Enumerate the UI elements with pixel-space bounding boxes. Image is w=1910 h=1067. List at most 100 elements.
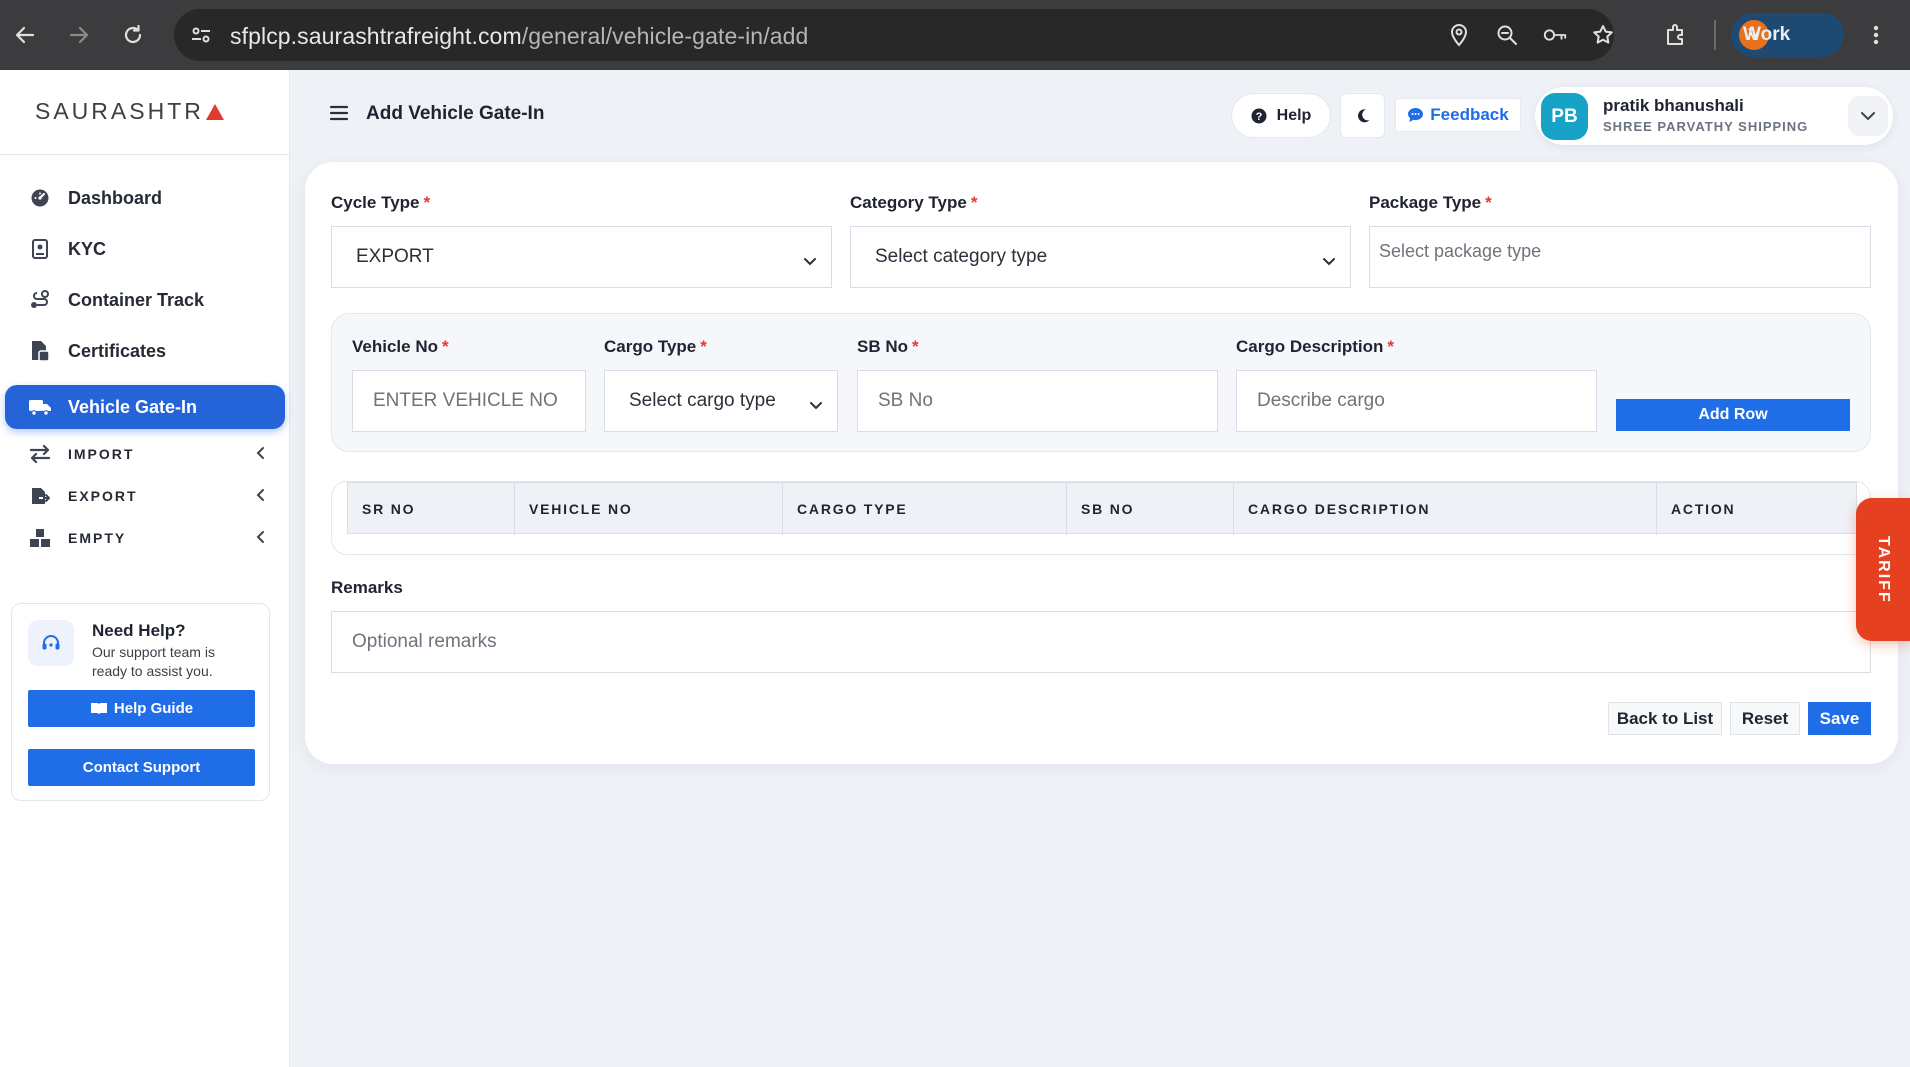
- dashboard-icon: [25, 188, 55, 208]
- logo-text: SAURASHTR: [35, 98, 204, 124]
- vehicle-no-label: Vehicle No *: [352, 337, 449, 357]
- brand-logo[interactable]: SAURASHTR: [35, 98, 224, 125]
- forward-icon[interactable]: [58, 14, 100, 56]
- browser-profile-button[interactable]: V Work: [1731, 13, 1844, 57]
- vehicle-no-input[interactable]: ENTER VEHICLE NO: [352, 370, 586, 432]
- site-settings-icon[interactable]: [188, 22, 214, 48]
- logo-triangle-icon: [205, 104, 224, 120]
- feedback-button[interactable]: Feedback: [1395, 98, 1521, 132]
- sb-no-label: SB No *: [857, 337, 919, 357]
- chevron-down-icon: [803, 251, 817, 273]
- chevron-down-icon: [1322, 251, 1336, 273]
- category-type-select[interactable]: Select category type: [850, 226, 1351, 288]
- dark-mode-toggle[interactable]: [1340, 93, 1385, 138]
- back-to-list-button[interactable]: Back to List: [1608, 702, 1722, 735]
- extensions-icon[interactable]: [1655, 14, 1697, 56]
- sidebar-item-import[interactable]: IMPORT: [5, 432, 285, 476]
- page-title: Add Vehicle Gate-In: [366, 103, 545, 124]
- back-icon[interactable]: [4, 14, 46, 56]
- tariff-tab[interactable]: TARIFF: [1856, 498, 1910, 641]
- add-row-button[interactable]: Add Row: [1616, 399, 1850, 431]
- export-icon: [25, 486, 55, 506]
- help-button[interactable]: ? Help: [1231, 93, 1331, 138]
- sidebar: SAURASHTR Dashboard KYC Container Track …: [0, 70, 290, 1067]
- category-type-label: Category Type *: [850, 193, 977, 213]
- sidebar-item-label: EMPTY: [68, 530, 127, 546]
- tariff-label: TARIFF: [1875, 535, 1892, 604]
- label-text: Cycle Type: [331, 193, 420, 212]
- sb-no-placeholder: SB No: [878, 390, 933, 411]
- toolbar-separator: [1714, 20, 1716, 50]
- cycle-type-label: Cycle Type *: [331, 193, 430, 213]
- cargo-description-input[interactable]: Describe cargo: [1236, 370, 1597, 432]
- sidebar-item-label: KYC: [68, 238, 107, 259]
- back-label: Back to List: [1616, 708, 1714, 728]
- column-header-sr-no: SR NO: [348, 483, 515, 535]
- chat-icon: [1407, 107, 1424, 123]
- category-type-placeholder: Select category type: [875, 246, 1048, 267]
- sidebar-item-label: IMPORT: [68, 446, 135, 462]
- browser-menu-icon[interactable]: [1855, 14, 1897, 56]
- boxes-icon: [25, 528, 55, 548]
- menu-toggle-icon[interactable]: [329, 104, 349, 127]
- contact-support-button[interactable]: Contact Support: [28, 749, 255, 786]
- column-header-vehicle-no: VEHICLE NO: [515, 483, 783, 535]
- help-label: Help: [1276, 106, 1312, 124]
- truck-icon: [25, 398, 55, 416]
- label-text: SB No: [857, 337, 908, 356]
- sb-no-input[interactable]: SB No: [857, 370, 1218, 432]
- remarks-input[interactable]: Optional remarks: [331, 611, 1871, 673]
- reset-button[interactable]: Reset: [1730, 702, 1800, 735]
- label-text: Category Type: [850, 193, 967, 212]
- column-header-cargo-type: CARGO TYPE: [783, 483, 1067, 535]
- url-host: sfplcp.saurashtrafreight.com: [230, 23, 522, 49]
- table-header: SR NO VEHICLE NO CARGO TYPE SB NO CARGO …: [347, 482, 1857, 535]
- sidebar-item-label: Certificates: [68, 340, 167, 361]
- user-menu[interactable]: PB pratik bhanushali SHREE PARVATHY SHIP…: [1535, 87, 1893, 145]
- sidebar-item-container-track[interactable]: Container Track: [5, 278, 285, 322]
- app-header: Add Vehicle Gate-In ? Help Feedback PB p…: [290, 70, 1910, 158]
- sidebar-item-label: Dashboard: [68, 187, 163, 208]
- cargo-type-select[interactable]: Select cargo type: [604, 370, 838, 432]
- column-header-action: ACTION: [1671, 501, 1736, 517]
- contact-support-label: Contact Support: [82, 759, 201, 776]
- sidebar-item-export[interactable]: EXPORT: [5, 474, 285, 518]
- help-guide-button[interactable]: Help Guide: [28, 690, 255, 727]
- file-icon: [25, 340, 55, 362]
- book-icon: [90, 702, 108, 716]
- url-text[interactable]: sfplcp.saurashtrafreight.com/general/veh…: [230, 23, 808, 50]
- location-icon[interactable]: [1446, 22, 1472, 48]
- required-mark: *: [441, 337, 449, 356]
- chevron-down-icon: [809, 395, 823, 417]
- chevron-left-icon: [255, 529, 265, 550]
- feedback-label: Feedback: [1430, 105, 1509, 124]
- sidebar-item-empty[interactable]: EMPTY: [5, 516, 285, 560]
- label-text: Vehicle No: [352, 337, 438, 356]
- profile-label: Work: [1743, 24, 1791, 45]
- sidebar-item-certificates[interactable]: Certificates: [5, 329, 285, 373]
- save-button[interactable]: Save: [1808, 702, 1871, 735]
- address-bar[interactable]: sfplcp.saurashtrafreight.com/general/veh…: [174, 9, 1614, 61]
- cycle-type-select[interactable]: EXPORT: [331, 226, 832, 288]
- chevron-down-icon[interactable]: [1848, 96, 1888, 136]
- label-text: Cargo Type: [604, 337, 697, 356]
- sidebar-item-kyc[interactable]: KYC: [5, 227, 285, 271]
- chevron-left-icon: [255, 445, 265, 466]
- required-mark: *: [1387, 337, 1394, 356]
- chevron-left-icon: [255, 487, 265, 508]
- zoom-icon[interactable]: [1494, 22, 1520, 48]
- reload-icon[interactable]: [112, 14, 154, 56]
- password-key-icon[interactable]: [1542, 22, 1568, 48]
- moon-icon: [1355, 108, 1371, 124]
- package-type-input[interactable]: Select package type: [1369, 226, 1871, 288]
- sidebar-item-vehicle-gate-in[interactable]: Vehicle Gate-In: [5, 385, 285, 429]
- sidebar-item-label: EXPORT: [68, 488, 138, 504]
- vehicle-no-placeholder: ENTER VEHICLE NO: [373, 390, 558, 411]
- remarks-label: Remarks: [331, 578, 403, 597]
- save-label: Save: [1819, 708, 1860, 728]
- route-icon: [25, 290, 55, 310]
- bookmark-star-icon[interactable]: [1590, 22, 1616, 48]
- sidebar-item-label: Vehicle Gate-In: [68, 396, 198, 417]
- headset-icon: [28, 620, 74, 666]
- sidebar-item-dashboard[interactable]: Dashboard: [5, 176, 285, 220]
